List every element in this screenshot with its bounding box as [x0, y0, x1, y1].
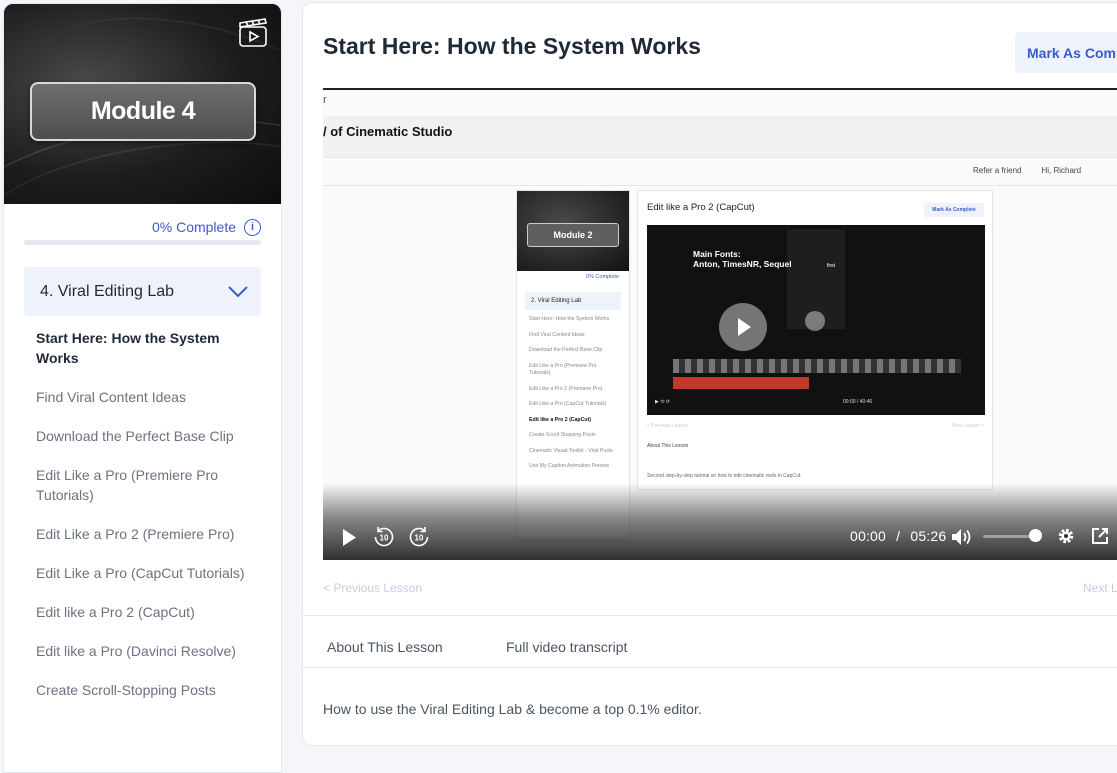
video-frame-crumb: r	[323, 94, 327, 106]
video-frame-about-tab: About This Lesson	[647, 443, 689, 449]
clapperboard-icon	[239, 18, 267, 47]
previous-lesson-link[interactable]: < Previous Lesson	[323, 581, 422, 595]
svg-text:10: 10	[380, 534, 389, 543]
volume-slider-knob[interactable]	[1029, 529, 1042, 542]
video-frame-site-title: / of Cinematic Studio	[323, 124, 453, 139]
lesson-item[interactable]: Edit like a Pro (Davinci Resolve)	[36, 641, 249, 661]
info-icon[interactable]: i	[244, 218, 261, 236]
video-frame-lesson: Find Viral Content Ideas	[529, 331, 585, 338]
current-time: 00:00	[850, 528, 887, 544]
greeting: Hi, Richard	[1041, 166, 1082, 175]
video-controls-overlay	[323, 483, 1117, 560]
video-frame-lesson: Cinematic Visual Toolkit - Viral Posts	[529, 447, 613, 454]
lesson-item[interactable]: Edit like a Pro 2 (CapCut)	[36, 602, 249, 622]
lesson-description: How to use the Viral Editing Lab & becom…	[323, 701, 702, 717]
module-banner: Module 4	[4, 4, 281, 204]
video-frame-reel-caption: first	[827, 263, 836, 269]
video-frame-lesson-list: Start Here: How the System Works Find Vi…	[517, 310, 629, 471]
svg-text:10: 10	[415, 534, 424, 543]
video-player[interactable]: r / of Cinematic Studio Refer a friend H…	[323, 88, 1117, 560]
video-frame-module-title: Module 2	[527, 223, 619, 247]
video-frame-lesson: Edit Like a Pro (CapCut Tutorials)	[529, 401, 607, 407]
lesson-item[interactable]: Edit Like a Pro (Premiere Pro Tutorials)	[36, 465, 249, 505]
video-frame-lesson: Start Here: How the System Works	[529, 316, 610, 322]
video-frame-nav: Refer a friend Hi, Richard	[973, 166, 1081, 175]
next-lesson-link[interactable]: Next L	[1083, 581, 1117, 595]
mark-complete-button[interactable]: Mark As Comp	[1015, 32, 1117, 73]
section-accordion-header[interactable]: 4. Viral Editing Lab	[24, 267, 261, 316]
module-title: Module 4	[30, 82, 256, 141]
lesson-list: Start Here: How the System Works Find Vi…	[4, 328, 281, 700]
video-frame-main: Edit like a Pro 2 (CapCut) Mark As Compl…	[637, 190, 993, 490]
video-frame-complete-button: Mark As Complete	[924, 203, 984, 217]
lesson-panel: Start Here: How the System Works Mark As…	[302, 2, 1117, 746]
video-frame-description: Second step-by-step tutorial on how to e…	[647, 473, 802, 479]
tab-full-video-transcript[interactable]: Full video transcript	[506, 639, 627, 655]
external-link-icon[interactable]	[1091, 527, 1109, 545]
video-frame-play-icon-small	[805, 311, 825, 331]
video-frame-lesson-title: Edit like a Pro 2 (CapCut)	[647, 202, 755, 213]
section-title: 4. Viral Editing Lab	[40, 282, 175, 300]
progress-text: 0% Complete	[151, 219, 236, 235]
lesson-item[interactable]: Create Scroll-Stopping Posts	[36, 680, 249, 700]
video-frame-lesson: Edit Like a Pro 2 (Premiere Pro)	[529, 385, 603, 392]
chevron-down-icon[interactable]	[227, 285, 249, 299]
lesson-item[interactable]: Start Here: How the System Works	[36, 328, 249, 368]
video-frame-section: 2. Viral Editing Lab	[525, 292, 621, 310]
video-frame-prev: < Previous Lesson	[647, 423, 689, 429]
video-frame-progress: 0% Complete	[585, 274, 619, 280]
lesson-item[interactable]: Find Viral Content Ideas	[36, 387, 249, 407]
video-frame-fonts-caption: Main Fonts: Anton, TimesNR, Sequel	[693, 249, 792, 269]
duration: 05:26	[910, 528, 947, 544]
refer-link: Refer a friend	[973, 166, 1022, 175]
course-sidebar: Module 4 0% Complete i 4. Viral Editing …	[3, 3, 282, 773]
video-frame-lesson: Edit Like a Pro (Premiere Pro Tutorials)	[529, 362, 597, 377]
progress-row: 0% Complete i	[4, 204, 281, 240]
video-frame-next: Next Lesson >	[952, 423, 985, 429]
lesson-title: Start Here: How the System Works	[323, 33, 701, 59]
video-frame-time: 00:00 / 40:46	[843, 399, 873, 405]
play-icon[interactable]	[341, 528, 357, 547]
settings-gear-icon[interactable]	[1057, 527, 1075, 545]
progress-bar	[24, 240, 261, 245]
video-time-readout: 00:00 / 05:26	[850, 528, 947, 544]
video-frame-lesson: Use My Caption Animation Presets	[529, 463, 610, 469]
tab-about-this-lesson[interactable]: About This Lesson	[327, 639, 443, 655]
lesson-item[interactable]: Edit Like a Pro (CapCut Tutorials)	[36, 563, 249, 583]
forward-10-icon[interactable]: 10	[408, 526, 430, 548]
video-frame-play-icon	[719, 303, 767, 351]
video-frame-lesson: Create Scroll-Stopping Posts	[529, 432, 596, 438]
video-frame-inner-video: Main Fonts: Anton, TimesNR, Sequel first…	[647, 225, 985, 415]
volume-icon[interactable]	[951, 528, 973, 546]
video-frame-lesson: Download the Perfect Base Clip	[529, 347, 603, 353]
lesson-item[interactable]: Edit Like a Pro 2 (Premiere Pro)	[36, 524, 249, 544]
video-frame-lesson: Edit like a Pro 2 (CapCut)	[529, 416, 591, 423]
lesson-item[interactable]: Download the Perfect Base Clip	[36, 426, 249, 446]
rewind-10-icon[interactable]: 10	[373, 526, 395, 548]
